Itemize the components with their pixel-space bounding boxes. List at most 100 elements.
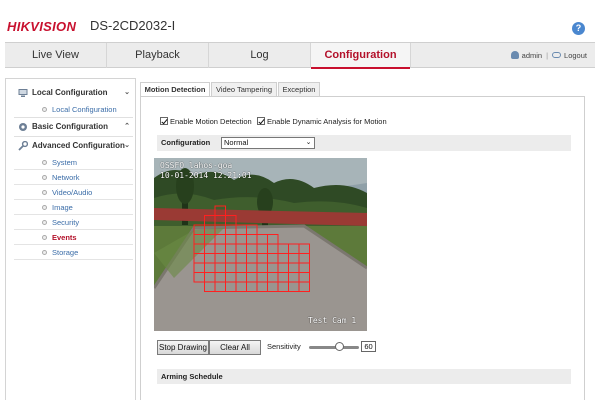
motion-grid-cell[interactable] <box>267 262 279 273</box>
sidebar-item-events[interactable]: Events <box>14 230 133 245</box>
motion-grid-cell[interactable] <box>267 234 279 245</box>
motion-grid-cell[interactable] <box>246 281 258 292</box>
motion-grid-cell[interactable] <box>277 262 289 273</box>
logout-link[interactable]: Logout <box>564 51 587 60</box>
motion-grid-cell[interactable] <box>235 272 247 283</box>
motion-grid-cell[interactable] <box>235 243 247 254</box>
motion-grid-cell[interactable] <box>246 224 258 235</box>
sidebar-item-video-audio[interactable]: Video/Audio <box>14 185 133 200</box>
motion-grid-cell[interactable] <box>225 234 237 245</box>
motion-grid-cell[interactable] <box>235 234 247 245</box>
motion-grid-cell[interactable] <box>225 253 237 264</box>
sidebar-item-local-configuration[interactable]: Local Configuration <box>14 102 133 117</box>
tab-motion-detection[interactable]: Motion Detection <box>140 82 210 97</box>
motion-grid-cell[interactable] <box>256 281 268 292</box>
enable-motion-checkbox[interactable] <box>160 117 168 125</box>
motion-grid-cell[interactable] <box>225 243 237 254</box>
motion-grid-cell[interactable] <box>225 272 237 283</box>
motion-grid-cell[interactable] <box>288 243 300 254</box>
sensitivity-slider[interactable] <box>309 346 359 349</box>
motion-grid-cell[interactable] <box>214 253 226 264</box>
sidebar-section-basic[interactable]: Basic Configuration ⌃ <box>6 118 135 136</box>
sidebar-item-storage[interactable]: Storage <box>14 245 133 260</box>
motion-grid-cell[interactable] <box>246 253 258 264</box>
motion-grid-cell[interactable] <box>225 224 237 235</box>
motion-grid-cell[interactable] <box>267 253 279 264</box>
tab-log[interactable]: Log <box>209 43 311 68</box>
clear-all-button[interactable]: Clear All <box>209 340 261 355</box>
sensitivity-value[interactable]: 60 <box>361 341 376 352</box>
motion-grid-cell[interactable] <box>225 281 237 292</box>
tab-playback[interactable]: Playback <box>107 43 209 68</box>
video-preview[interactable]: OSSFO lahos-goa 10-01-2014 12:21:01 Test… <box>154 158 367 331</box>
motion-grid-cell[interactable] <box>288 262 300 273</box>
motion-grid-cell[interactable] <box>256 234 268 245</box>
motion-grid-cell[interactable] <box>277 281 289 292</box>
motion-grid-cell[interactable] <box>256 243 268 254</box>
sidebar-item-system[interactable]: System <box>14 155 133 170</box>
sidebar-section-advanced[interactable]: Advanced Configuration ⌄ <box>6 137 135 155</box>
motion-grid-cell[interactable] <box>204 215 216 226</box>
sidebar-item-image[interactable]: Image <box>14 200 133 215</box>
motion-grid-cell[interactable] <box>204 262 216 273</box>
motion-grid-cell[interactable] <box>256 253 268 264</box>
logout-icon[interactable] <box>552 52 562 58</box>
tab-video-tampering[interactable]: Video Tampering <box>211 82 277 97</box>
motion-grid-cell[interactable] <box>235 281 247 292</box>
motion-grid-cell[interactable] <box>298 262 310 273</box>
motion-grid-cell[interactable] <box>204 281 216 292</box>
motion-grid-cell[interactable] <box>204 224 216 235</box>
motion-grid-cell[interactable] <box>193 224 205 235</box>
motion-grid-cell[interactable] <box>267 272 279 283</box>
motion-grid-cell[interactable] <box>193 234 205 245</box>
motion-grid-cell[interactable] <box>277 253 289 264</box>
dynamic-analysis-checkbox[interactable] <box>257 117 265 125</box>
motion-grid-cell[interactable] <box>246 262 258 273</box>
help-icon[interactable]: ? <box>572 22 585 35</box>
motion-grid-cell[interactable] <box>193 272 205 283</box>
dynamic-analysis-row[interactable]: Enable Dynamic Analysis for Motion <box>257 117 387 126</box>
motion-grid-cell[interactable] <box>225 262 237 273</box>
motion-grid-cell[interactable] <box>246 234 258 245</box>
motion-grid-cell[interactable] <box>267 243 279 254</box>
motion-grid-cell[interactable] <box>214 272 226 283</box>
motion-grid-cell[interactable] <box>298 243 310 254</box>
motion-grid-cell[interactable] <box>288 272 300 283</box>
motion-grid-cell[interactable] <box>204 272 216 283</box>
motion-grid-cell[interactable] <box>288 281 300 292</box>
sidebar-item-security[interactable]: Security <box>14 215 133 230</box>
motion-grid-cell[interactable] <box>298 281 310 292</box>
motion-grid-cell[interactable] <box>235 253 247 264</box>
motion-grid-cell[interactable] <box>246 243 258 254</box>
motion-grid-cell[interactable] <box>256 272 268 283</box>
motion-grid-cell[interactable] <box>214 234 226 245</box>
motion-grid-cell[interactable] <box>193 253 205 264</box>
motion-grid-cell[interactable] <box>277 243 289 254</box>
motion-grid-cell[interactable] <box>288 253 300 264</box>
motion-grid-cell[interactable] <box>204 243 216 254</box>
motion-grid-cell[interactable] <box>214 205 226 216</box>
motion-grid-cell[interactable] <box>246 272 258 283</box>
configuration-select[interactable]: Normal ⌄ <box>221 137 315 149</box>
motion-grid-cell[interactable] <box>298 272 310 283</box>
motion-grid-cell[interactable] <box>235 224 247 235</box>
motion-grid-cell[interactable] <box>204 234 216 245</box>
motion-grid-cell[interactable] <box>193 262 205 273</box>
motion-grid-cell[interactable] <box>214 215 226 226</box>
motion-grid[interactable] <box>154 158 367 331</box>
motion-grid-cell[interactable] <box>225 215 237 226</box>
stop-drawing-button[interactable]: Stop Drawing <box>157 340 209 355</box>
sensitivity-slider-handle[interactable] <box>335 342 344 351</box>
sidebar-item-network[interactable]: Network <box>14 170 133 185</box>
sidebar-section-local[interactable]: Local Configuration ⌄ <box>6 84 135 102</box>
motion-grid-cell[interactable] <box>214 281 226 292</box>
motion-grid-cell[interactable] <box>298 253 310 264</box>
motion-grid-cell[interactable] <box>235 262 247 273</box>
motion-grid-cell[interactable] <box>204 253 216 264</box>
motion-grid-cell[interactable] <box>193 243 205 254</box>
motion-grid-cell[interactable] <box>277 272 289 283</box>
arming-schedule-bar[interactable]: Arming Schedule <box>157 369 571 384</box>
tab-configuration[interactable]: Configuration <box>311 43 411 69</box>
motion-grid-cell[interactable] <box>214 224 226 235</box>
motion-grid-cell[interactable] <box>267 281 279 292</box>
